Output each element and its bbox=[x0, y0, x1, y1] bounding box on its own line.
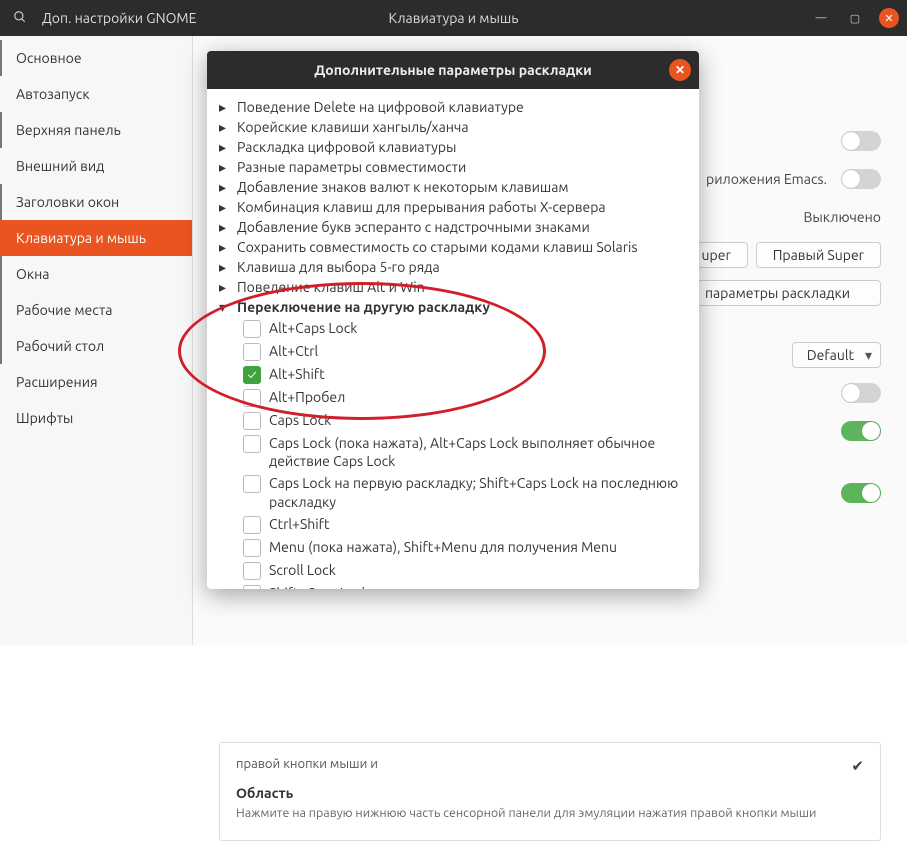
chevron-right-icon: ▸ bbox=[219, 139, 231, 156]
checkbox[interactable] bbox=[243, 516, 261, 534]
sidebar-item[interactable]: Внешний вид bbox=[0, 148, 192, 184]
switch-1[interactable] bbox=[841, 131, 881, 151]
search-icon[interactable] bbox=[8, 10, 32, 27]
sidebar-item[interactable]: Расширения bbox=[0, 364, 192, 400]
sidebar-item[interactable]: Рабочий стол bbox=[0, 328, 192, 364]
layout-option[interactable]: Caps Lock (пока нажата), Alt+Caps Lock в… bbox=[219, 432, 687, 472]
tree-group-expanded[interactable]: ▾Переключение на другую раскладку bbox=[219, 297, 687, 317]
layout-option[interactable]: ✓ Alt+Shift bbox=[219, 363, 687, 386]
option-label: Alt+Пробел bbox=[269, 388, 345, 406]
chevron-right-icon: ▸ bbox=[219, 259, 231, 276]
chevron-right-icon: ▸ bbox=[219, 159, 231, 176]
super-right-button[interactable]: Правый Super bbox=[756, 242, 881, 268]
dialog-close-button[interactable]: ✕ bbox=[669, 59, 691, 81]
layout-option[interactable]: Scroll Lock bbox=[219, 559, 687, 582]
tree-group-collapsed[interactable]: ▸Комбинация клавиш для прерывания работы… bbox=[219, 197, 687, 217]
touchpad-info-frame: правой кнопки мыши и ✔ Область Нажмите н… bbox=[219, 742, 881, 841]
sidebar-item[interactable]: Автозапуск bbox=[0, 76, 192, 112]
close-button[interactable]: ✕ bbox=[879, 8, 899, 28]
maximize-button[interactable]: ▢ bbox=[845, 8, 865, 28]
chevron-right-icon: ▸ bbox=[219, 179, 231, 196]
sidebar-item[interactable]: Окна bbox=[0, 256, 192, 292]
tree-group-collapsed[interactable]: ▸Поведение клавиш Alt и Win bbox=[219, 277, 687, 297]
layout-option[interactable]: Alt+Caps Lock bbox=[219, 317, 687, 340]
switch-2[interactable] bbox=[841, 169, 881, 189]
sidebar: ОсновноеАвтозапускВерхняя панельВнешний … bbox=[0, 36, 193, 645]
checkbox[interactable] bbox=[243, 435, 261, 453]
sidebar-item[interactable]: Верхняя панель bbox=[0, 112, 192, 148]
tree-group-collapsed[interactable]: ▸Добавление знаков валют к некоторым кла… bbox=[219, 177, 687, 197]
layout-option[interactable]: Shift+Caps Lock bbox=[219, 582, 687, 589]
tree-group-collapsed[interactable]: ▸Добавление букв эсперанто с надстрочным… bbox=[219, 217, 687, 237]
checkbox[interactable] bbox=[243, 320, 261, 338]
checkbox[interactable] bbox=[243, 475, 261, 493]
option-label: Ctrl+Shift bbox=[269, 515, 330, 533]
layout-options-dialog: Дополнительные параметры раскладки ✕ ▸По… bbox=[207, 51, 699, 589]
tree-group-collapsed[interactable]: ▸Разные параметры совместимости bbox=[219, 157, 687, 177]
checkbox[interactable] bbox=[243, 562, 261, 580]
layout-option[interactable]: Alt+Ctrl bbox=[219, 340, 687, 363]
option-label: Shift+Caps Lock bbox=[269, 584, 369, 589]
chevron-right-icon: ▸ bbox=[219, 219, 231, 236]
option-label: Alt+Caps Lock bbox=[269, 319, 357, 337]
chevron-right-icon: ▸ bbox=[219, 279, 231, 296]
checkbox[interactable] bbox=[243, 389, 261, 407]
layout-option[interactable]: Ctrl+Shift bbox=[219, 513, 687, 536]
check-icon: ✔ bbox=[851, 757, 864, 775]
switch-5[interactable] bbox=[841, 483, 881, 503]
option-label: Caps Lock на первую раскладку; Shift+Cap… bbox=[269, 474, 687, 510]
checkbox[interactable] bbox=[243, 343, 261, 361]
default-select[interactable]: Default bbox=[792, 342, 881, 368]
tree-group-collapsed[interactable]: ▸Корейские клавиши хангыль/ханча bbox=[219, 117, 687, 137]
checkbox[interactable] bbox=[243, 585, 261, 589]
dialog-body: ▸Поведение Delete на цифровой клавиатуре… bbox=[207, 89, 699, 589]
minimize-button[interactable]: — bbox=[811, 8, 831, 28]
tree-group-collapsed[interactable]: ▸Раскладка цифровой клавиатуры bbox=[219, 137, 687, 157]
chevron-right-icon: ▸ bbox=[219, 119, 231, 136]
chevron-right-icon: ▸ bbox=[219, 239, 231, 256]
sidebar-item[interactable]: Основное bbox=[0, 40, 192, 76]
layout-option[interactable]: Menu (пока нажата), Shift+Menu для получ… bbox=[219, 536, 687, 559]
sidebar-item[interactable]: Шрифты bbox=[0, 400, 192, 436]
sidebar-item[interactable]: Заголовки окон bbox=[0, 184, 192, 220]
window-controls: — ▢ ✕ bbox=[811, 8, 899, 28]
tree-group-collapsed[interactable]: ▸Сохранить совместимость со старыми кода… bbox=[219, 237, 687, 257]
chevron-right-icon: ▸ bbox=[219, 99, 231, 116]
option-label: Caps Lock bbox=[269, 411, 331, 429]
app-title: Доп. настройки GNOME bbox=[42, 10, 196, 26]
option-label: Alt+Ctrl bbox=[269, 342, 318, 360]
sidebar-item[interactable]: Рабочие места bbox=[0, 292, 192, 328]
touchpad-click-text: правой кнопки мыши и bbox=[236, 757, 841, 771]
disabled-status: Выключено bbox=[803, 209, 881, 225]
option-label: Scroll Lock bbox=[269, 561, 336, 579]
dialog-header: Дополнительные параметры раскладки ✕ bbox=[207, 51, 699, 89]
option-label: Menu (пока нажата), Shift+Menu для получ… bbox=[269, 538, 617, 556]
titlebar: Доп. настройки GNOME Клавиатура и мышь —… bbox=[0, 0, 907, 36]
layout-option[interactable]: Caps Lock bbox=[219, 409, 687, 432]
checkbox[interactable] bbox=[243, 412, 261, 430]
chevron-right-icon: ▸ bbox=[219, 199, 231, 216]
tree-group-collapsed[interactable]: ▸Поведение Delete на цифровой клавиатуре bbox=[219, 97, 687, 117]
layout-option[interactable]: Caps Lock на первую раскладку; Shift+Cap… bbox=[219, 472, 687, 512]
option-label: Alt+Shift bbox=[269, 365, 325, 383]
dialog-title: Дополнительные параметры раскладки bbox=[314, 62, 592, 78]
option-label: Caps Lock (пока нажата), Alt+Caps Lock в… bbox=[269, 434, 687, 470]
chevron-down-icon: ▾ bbox=[219, 299, 231, 316]
switch-4[interactable] bbox=[841, 421, 881, 441]
tree-group-collapsed[interactable]: ▸Клавиша для выбора 5-го ряда bbox=[219, 257, 687, 277]
checkbox[interactable] bbox=[243, 539, 261, 557]
layout-option[interactable]: Alt+Пробел bbox=[219, 386, 687, 409]
switch-3[interactable] bbox=[841, 383, 881, 403]
area-desc: Нажмите на правую нижнюю часть сенсорной… bbox=[236, 805, 864, 822]
extra-layout-button[interactable]: параметры раскладки bbox=[674, 280, 881, 306]
checkbox[interactable]: ✓ bbox=[243, 366, 261, 384]
emacs-hint-label: риложения Emacs. bbox=[706, 171, 827, 187]
sidebar-item[interactable]: Клавиатура и мышь bbox=[0, 220, 192, 256]
area-title: Область bbox=[236, 785, 864, 801]
